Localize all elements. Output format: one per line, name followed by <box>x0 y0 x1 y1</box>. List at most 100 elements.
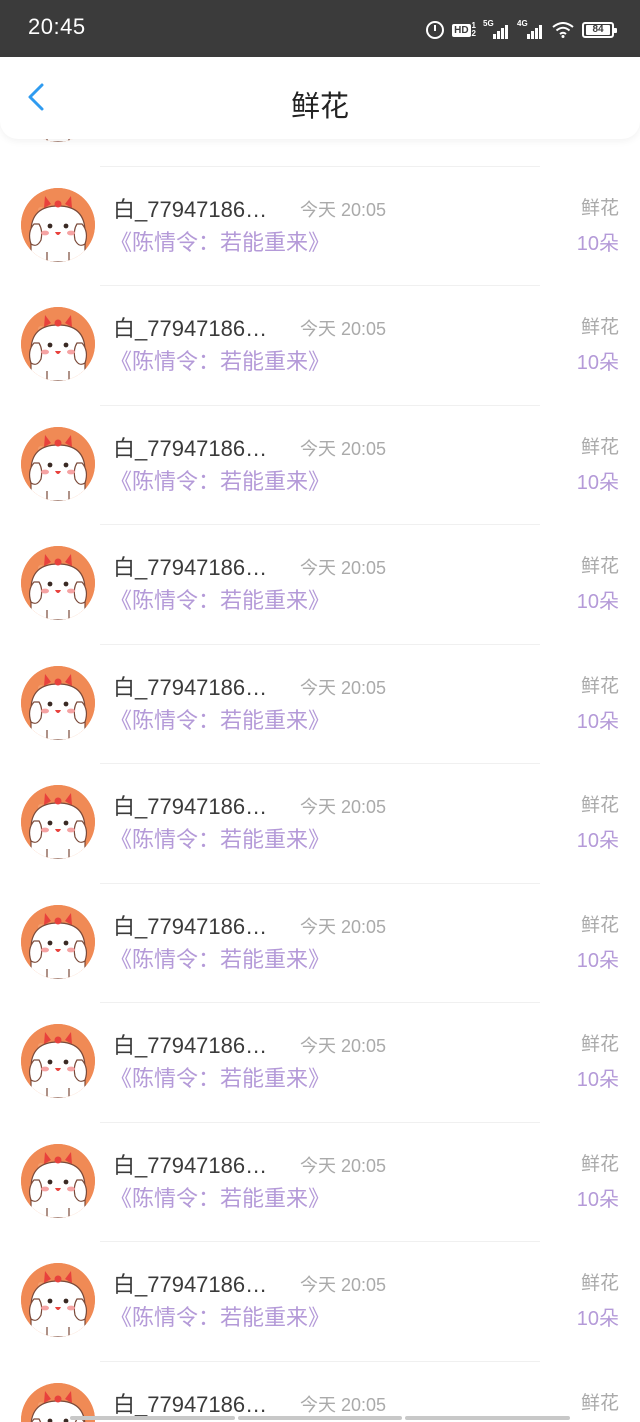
timestamp: 今天 20:05 <box>300 916 387 937</box>
list-item[interactable]: 白_77947186… 今天 20:05 《陈情令：若能重来》 鲜花 10朵 <box>0 1123 640 1242</box>
username: 白_77947186… <box>113 316 268 341</box>
book-title[interactable]: 《陈情令：若能重来》 <box>110 942 330 974</box>
gift-type: 鲜花 <box>580 555 619 577</box>
avatar[interactable] <box>21 1024 95 1098</box>
gift-type: 鲜花 <box>580 1272 619 1294</box>
list-item[interactable]: 白_77947186… 今天 20:05 《陈情令：若能重来》 鲜花 10朵 <box>0 645 640 764</box>
timestamp: 今天 20:05 <box>300 558 387 578</box>
avatar-image <box>21 665 95 740</box>
hd-icon: HD 1 2 <box>452 22 476 38</box>
timestamp: 今天 20:05 <box>300 199 387 220</box>
avatar[interactable] <box>21 904 95 979</box>
list-item[interactable]: 白_77947186… 今天 20:05 《陈情令：若能重来》 鲜花 10朵 <box>0 1003 640 1123</box>
avatar-image <box>21 785 95 859</box>
status-time: 20:45 <box>28 14 86 39</box>
gift-type: 鲜花 <box>580 196 619 219</box>
avatar-image <box>21 307 95 381</box>
status-icons: HD 1 2 5G 4G 84 <box>426 19 617 40</box>
book-title[interactable]: 《陈情令：若能重来》 <box>110 583 330 615</box>
username: 白_77947186… <box>113 196 268 222</box>
gift-type: 鲜花 <box>580 435 619 458</box>
gift-count: 10朵 <box>576 232 619 255</box>
avatar[interactable] <box>21 1143 95 1218</box>
gift-type: 鲜花 <box>580 794 619 816</box>
gift-type: 鲜花 <box>580 913 619 936</box>
gift-count: 10朵 <box>576 352 619 374</box>
book-title[interactable]: 《陈情令：若能重来》 <box>110 703 330 735</box>
signal-4g-icon: 4G <box>517 19 544 39</box>
list-item[interactable]: 白_77947186… 今天 20:05 《陈情令：若能重来》 鲜花 10朵 <box>0 1242 640 1362</box>
avatar[interactable] <box>21 785 95 859</box>
home-indicator <box>70 1416 571 1420</box>
timestamp: 今天 20:05 <box>300 1394 387 1415</box>
book-title[interactable]: 《陈情令：若能重来》 <box>110 1061 330 1093</box>
list-item[interactable]: 白_77947186… 今天 20:05 《陈情令：若能重来》 鲜花 10朵 <box>0 764 640 884</box>
book-title[interactable]: 《陈情令：若能重来》 <box>110 225 330 257</box>
book-title[interactable]: 《陈情令：若能重来》 <box>110 464 330 496</box>
username: 白_77947186… <box>113 1152 268 1178</box>
avatar[interactable] <box>21 307 95 381</box>
username: 白_77947186… <box>113 555 268 580</box>
hd-sub-bottom: 2 <box>471 29 476 38</box>
battery-icon: 84 <box>582 22 617 38</box>
gift-type: 鲜花 <box>580 674 619 697</box>
username: 白_77947186… <box>113 913 268 939</box>
timestamp: 今天 20:05 <box>300 677 387 698</box>
gift-count: 10朵 <box>576 1188 619 1211</box>
gift-count: 10朵 <box>576 1069 619 1091</box>
hd-sub: 1 2 <box>472 22 476 38</box>
gift-type: 鲜花 <box>580 1391 619 1414</box>
avatar-image <box>21 187 95 262</box>
gift-type: 鲜花 <box>580 316 619 338</box>
avatar-image <box>21 426 95 501</box>
gift-count: 10朵 <box>576 1308 619 1330</box>
timestamp: 今天 20:05 <box>300 1036 387 1056</box>
timestamp: 今天 20:05 <box>300 319 387 339</box>
avatar-image <box>21 546 95 620</box>
signal-4g-label: 4G <box>517 19 528 28</box>
list-item[interactable]: 白_77947186… 今天 20:05 《陈情令：若能重来》 鲜花 10朵 <box>0 167 640 286</box>
gift-type: 鲜花 <box>580 1033 619 1055</box>
timestamp: 今天 20:05 <box>300 438 387 459</box>
timestamp: 今天 20:05 <box>300 1155 387 1176</box>
gift-count: 10朵 <box>576 710 619 733</box>
avatar[interactable] <box>21 187 95 262</box>
username: 白_77947186… <box>113 794 268 819</box>
page-title: 鲜花 <box>290 89 349 123</box>
gift-count: 10朵 <box>576 830 619 852</box>
gift-count: 10朵 <box>576 591 619 613</box>
avatar[interactable] <box>21 1263 95 1337</box>
username: 白_77947186… <box>113 1272 268 1297</box>
gift-count: 10朵 <box>576 949 619 972</box>
list-item[interactable]: 白_77947186… 今天 20:05 《陈情令：若能重来》 鲜花 10朵 <box>0 286 640 406</box>
avatar-image <box>21 1143 95 1218</box>
signal-5g-icon: 5G <box>483 19 510 39</box>
timestamp: 今天 20:05 <box>300 1275 387 1295</box>
list-item[interactable]: 白_77947186… 今天 20:05 《陈情令：若能重来》 鲜花 10朵 <box>0 884 640 1003</box>
gift-type: 鲜花 <box>580 1152 619 1175</box>
avatar[interactable] <box>21 665 95 740</box>
book-title[interactable]: 《陈情令：若能重来》 <box>110 1300 330 1332</box>
hd-label: HD <box>452 23 471 37</box>
username: 白_77947186… <box>113 1033 268 1058</box>
gift-record-list[interactable]: 白_77947186… 今天 20:05 《陈情令：若能重来》 鲜花 10朵 白… <box>0 47 640 1422</box>
avatar[interactable] <box>21 546 95 620</box>
alarm-icon <box>426 21 445 39</box>
header: 鲜花 <box>0 57 640 139</box>
username: 白_77947186… <box>113 674 268 700</box>
book-title[interactable]: 《陈情令：若能重来》 <box>110 1181 330 1213</box>
list-item[interactable]: 白_77947186… 今天 20:05 《陈情令：若能重来》 鲜花 10朵 <box>0 1362 640 1422</box>
list-item[interactable]: 白_77947186… 今天 20:05 《陈情令：若能重来》 鲜花 10朵 <box>0 406 640 525</box>
wifi-icon <box>552 22 574 38</box>
signal-5g-label: 5G <box>483 19 494 28</box>
username: 白_77947186… <box>113 435 268 461</box>
timestamp: 今天 20:05 <box>300 797 387 817</box>
battery-level: 84 <box>586 25 610 35</box>
book-title[interactable]: 《陈情令：若能重来》 <box>110 822 330 854</box>
avatar-image <box>21 1263 95 1337</box>
avatar-image <box>21 904 95 979</box>
list-item[interactable]: 白_77947186… 今天 20:05 《陈情令：若能重来》 鲜花 10朵 <box>0 525 640 645</box>
book-title[interactable]: 《陈情令：若能重来》 <box>110 344 330 376</box>
username: 白_77947186… <box>113 1391 268 1417</box>
avatar[interactable] <box>21 426 95 501</box>
